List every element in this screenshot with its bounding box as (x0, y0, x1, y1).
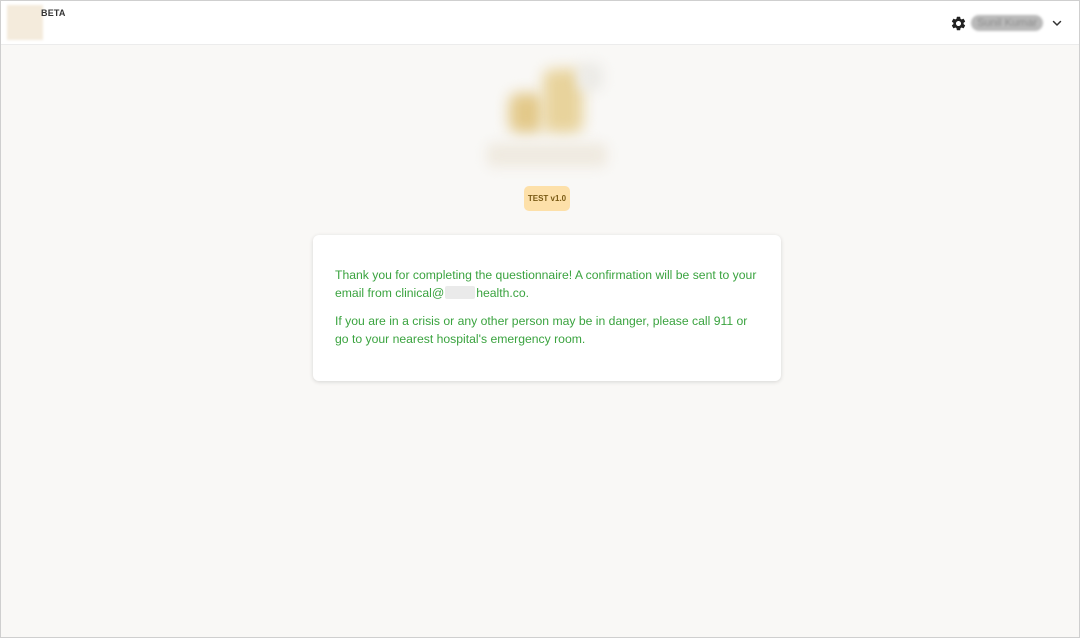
top-bar: BETA Sunil Kumar (1, 1, 1079, 45)
app-window: BETA Sunil Kumar TEST v1.0 Thank you for… (0, 0, 1080, 638)
confirmation-domain: health.co. (476, 285, 530, 300)
redacted-domain (445, 285, 476, 299)
beta-badge: BETA (41, 8, 66, 18)
confirmation-text: Thank you for completing the questionnai… (335, 268, 757, 300)
user-name[interactable]: Sunil Kumar (971, 15, 1043, 31)
crisis-message: If you are in a crisis or any other pers… (335, 314, 748, 346)
hero-illustration (481, 55, 611, 175)
gear-icon[interactable] (950, 15, 967, 32)
confirmation-card: Thank you for completing the questionnai… (313, 235, 781, 381)
app-logo[interactable] (7, 5, 43, 40)
confirmation-message: Thank you for completing the questionnai… (335, 267, 759, 302)
chevron-down-icon[interactable] (1051, 17, 1063, 29)
user-menu[interactable]: Sunil Kumar (950, 13, 1063, 33)
version-badge: TEST v1.0 (524, 186, 570, 211)
